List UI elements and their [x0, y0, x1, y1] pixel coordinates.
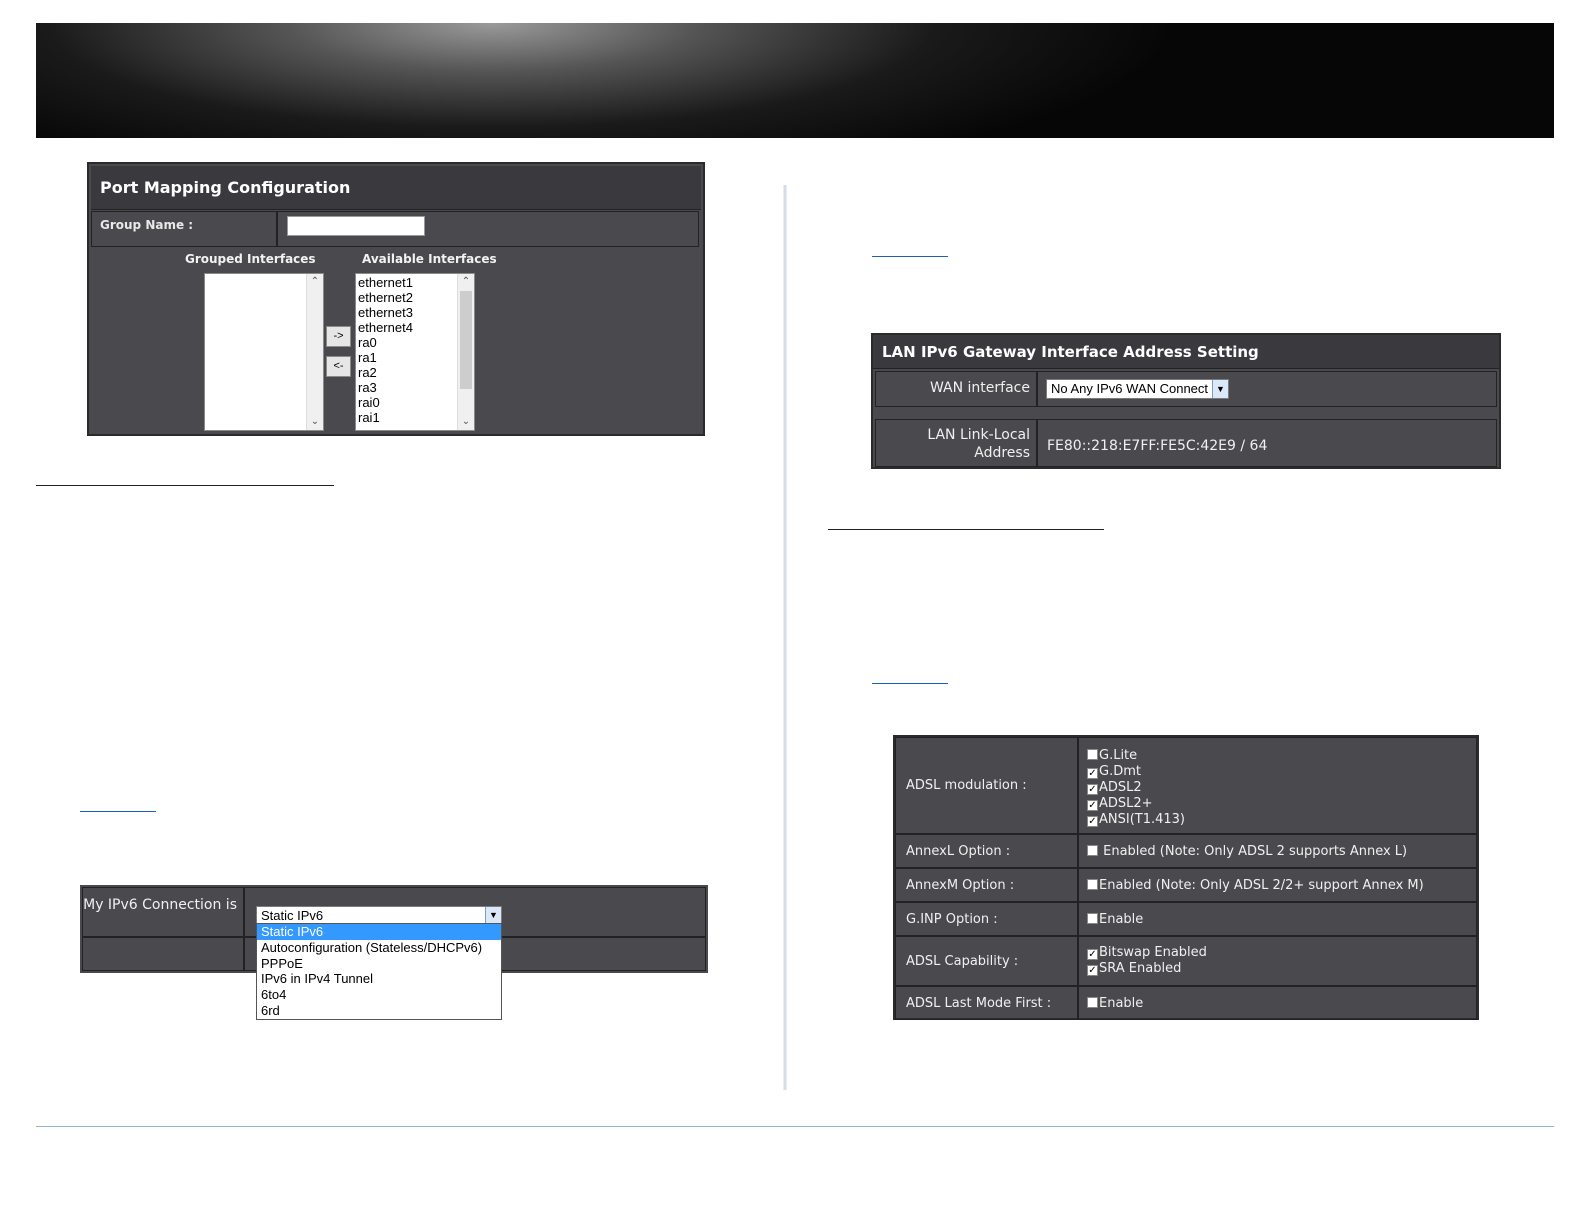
empty-cell — [82, 937, 244, 971]
adsl-settings-panel: ADSL modulation : G.Lite ✓ G.Dmt ✓ ADSL2 ✓ ADS… — [893, 735, 1479, 1020]
checkbox-label: Bitswap Enabled — [1099, 945, 1207, 960]
checkbox-label: ANSI(T1.413) — [1099, 812, 1186, 827]
adsl-capability-label: ADSL Capability : — [895, 936, 1078, 986]
dropdown-option[interactable]: PPPoE — [257, 956, 501, 972]
scroll-up-icon[interactable]: ⌃ — [458, 274, 474, 290]
ipv6-connection-dropdown[interactable]: Static IPv6 Autoconfiguration (Stateless/… — [256, 923, 502, 1020]
ipv6-connection-label: My IPv6 Connection is — [82, 887, 244, 937]
checkbox-option[interactable]: ✓ Bitswap Enabled — [1087, 945, 1476, 961]
annexl-value: Enabled (Note: Only ADSL 2 supports Anne… — [1078, 834, 1477, 868]
group-name-input[interactable] — [287, 216, 425, 236]
list-scrollbar[interactable]: ⌃ ⌄ — [457, 274, 474, 430]
port-mapping-panel: Port Mapping Configuration Group Name : … — [87, 162, 705, 436]
footer-rule — [36, 1126, 1554, 1127]
hyperlink-underline[interactable] — [80, 811, 156, 812]
scroll-thumb[interactable] — [460, 291, 472, 389]
dropdown-option[interactable]: Autoconfiguration (Stateless/DHCPv6) — [257, 940, 501, 956]
hyperlink-underline[interactable] — [872, 256, 948, 257]
ginp-row: G.INP Option : Enable — [895, 902, 1477, 936]
checkbox-label: SRA Enabled — [1099, 961, 1182, 976]
checkbox-option[interactable]: ✓ ADSL2+ — [1087, 796, 1476, 812]
available-interfaces-header: Available Interfaces — [362, 252, 497, 266]
remove-interface-button[interactable]: <- — [326, 356, 351, 377]
annexl-checkbox[interactable] — [1087, 845, 1098, 856]
checkbox-label: G.Lite — [1099, 748, 1138, 763]
annexl-text: Enabled (Note: Only ADSL 2 supports Anne… — [1103, 844, 1408, 859]
section-heading-rule — [828, 529, 1104, 530]
grouped-interfaces-header: Grouped Interfaces — [185, 252, 316, 266]
adsl-modulation-row: ADSL modulation : G.Lite ✓ G.Dmt ✓ ADSL2 ✓ ADS… — [895, 737, 1477, 834]
checkbox-label: ADSL2+ — [1099, 796, 1153, 811]
annexm-checkbox[interactable] — [1087, 879, 1098, 890]
ginp-value: Enable — [1078, 902, 1477, 936]
dropdown-option[interactable]: Static IPv6 — [257, 924, 501, 940]
ginp-text: Enable — [1099, 912, 1144, 927]
unchecked-checkbox[interactable] — [1087, 749, 1098, 760]
section-heading-rule — [36, 485, 334, 486]
group-name-label: Group Name : — [91, 211, 277, 247]
checked-checkbox[interactable]: ✓ — [1087, 784, 1098, 795]
wan-interface-label: WAN interface — [875, 371, 1037, 407]
adsl-capability-row: ADSL Capability : ✓ Bitswap Enabled ✓ SRA E… — [895, 936, 1477, 986]
checkbox-option[interactable]: ✓ ANSI(T1.413) — [1087, 812, 1476, 828]
checkbox-option[interactable]: ✓ SRA Enabled — [1087, 961, 1476, 977]
checkbox-option[interactable]: ✓ ADSL2 — [1087, 780, 1476, 796]
annexm-row: AnnexM Option : Enabled (Note: Only ADSL… — [895, 868, 1477, 902]
scroll-down-icon[interactable]: ⌄ — [307, 414, 323, 430]
adsl-modulation-label: ADSL modulation : — [895, 737, 1078, 834]
checked-checkbox[interactable]: ✓ — [1087, 965, 1098, 976]
adsl-modulation-options: G.Lite ✓ G.Dmt ✓ ADSL2 ✓ ADSL2+ ✓ ANSI(T1.413) — [1078, 737, 1477, 834]
adsl-capability-options: ✓ Bitswap Enabled ✓ SRA Enabled — [1078, 936, 1477, 986]
grouped-interfaces-list[interactable]: ⌃ ⌄ — [204, 273, 324, 431]
list-scrollbar[interactable]: ⌃ ⌄ — [306, 274, 323, 430]
last-mode-text: Enable — [1099, 996, 1144, 1011]
add-interface-button[interactable]: -> — [326, 326, 351, 347]
checkbox-option[interactable]: G.Lite — [1087, 748, 1476, 764]
annexl-row: AnnexL Option : Enabled (Note: Only ADSL… — [895, 834, 1477, 868]
wan-interface-select[interactable]: No Any IPv6 WAN Connect ▼ — [1046, 379, 1229, 399]
hyperlink-underline[interactable] — [872, 683, 948, 684]
dropdown-option[interactable]: 6to4 — [257, 987, 501, 1003]
checkbox-label: ADSL2 — [1099, 780, 1142, 795]
panel-title: Port Mapping Configuration — [91, 166, 701, 210]
annexm-text: Enabled (Note: Only ADSL 2/2+ support An… — [1099, 878, 1424, 893]
checkbox-option[interactable]: ✓ G.Dmt — [1087, 764, 1476, 780]
column-divider — [783, 185, 787, 1090]
dropdown-option[interactable]: 6rd — [257, 1003, 501, 1019]
scroll-down-icon[interactable]: ⌄ — [458, 414, 474, 430]
chevron-down-icon[interactable]: ▼ — [485, 907, 501, 924]
scroll-up-icon[interactable]: ⌃ — [307, 274, 323, 290]
available-interfaces-list[interactable]: ethernet1 ethernet2 ethernet3 ethernet4 ra0 r… — [355, 273, 475, 431]
last-mode-checkbox[interactable] — [1087, 997, 1098, 1008]
chevron-down-icon[interactable]: ▼ — [1212, 380, 1228, 398]
checked-checkbox[interactable]: ✓ — [1087, 768, 1098, 779]
checked-checkbox[interactable]: ✓ — [1087, 816, 1098, 827]
panel-title: LAN IPv6 Gateway Interface Address Setti… — [873, 335, 1499, 369]
annexm-label: AnnexM Option : — [895, 868, 1078, 902]
header-banner — [36, 23, 1554, 138]
dropdown-option[interactable]: IPv6 in IPv4 Tunnel — [257, 971, 501, 987]
annexm-value: Enabled (Note: Only ADSL 2/2+ support An… — [1078, 868, 1477, 902]
last-mode-label: ADSL Last Mode First : — [895, 986, 1078, 1020]
link-local-value: FE80::218:E7FF:FE5C:42E9 / 64 — [1037, 419, 1497, 467]
checked-checkbox[interactable]: ✓ — [1087, 949, 1098, 960]
ginp-label: G.INP Option : — [895, 902, 1078, 936]
ginp-checkbox[interactable] — [1087, 913, 1098, 924]
selected-value: No Any IPv6 WAN Connect — [1051, 381, 1209, 396]
selected-value: Static IPv6 — [261, 908, 324, 923]
link-local-label: LAN Link-Local Address — [875, 419, 1037, 467]
checkbox-label: G.Dmt — [1099, 764, 1141, 779]
lan-ipv6-panel: LAN IPv6 Gateway Interface Address Setti… — [871, 333, 1501, 469]
last-mode-value: Enable — [1078, 986, 1477, 1020]
annexl-label: AnnexL Option : — [895, 834, 1078, 868]
last-mode-row: ADSL Last Mode First : Enable — [895, 986, 1477, 1020]
checked-checkbox[interactable]: ✓ — [1087, 800, 1098, 811]
